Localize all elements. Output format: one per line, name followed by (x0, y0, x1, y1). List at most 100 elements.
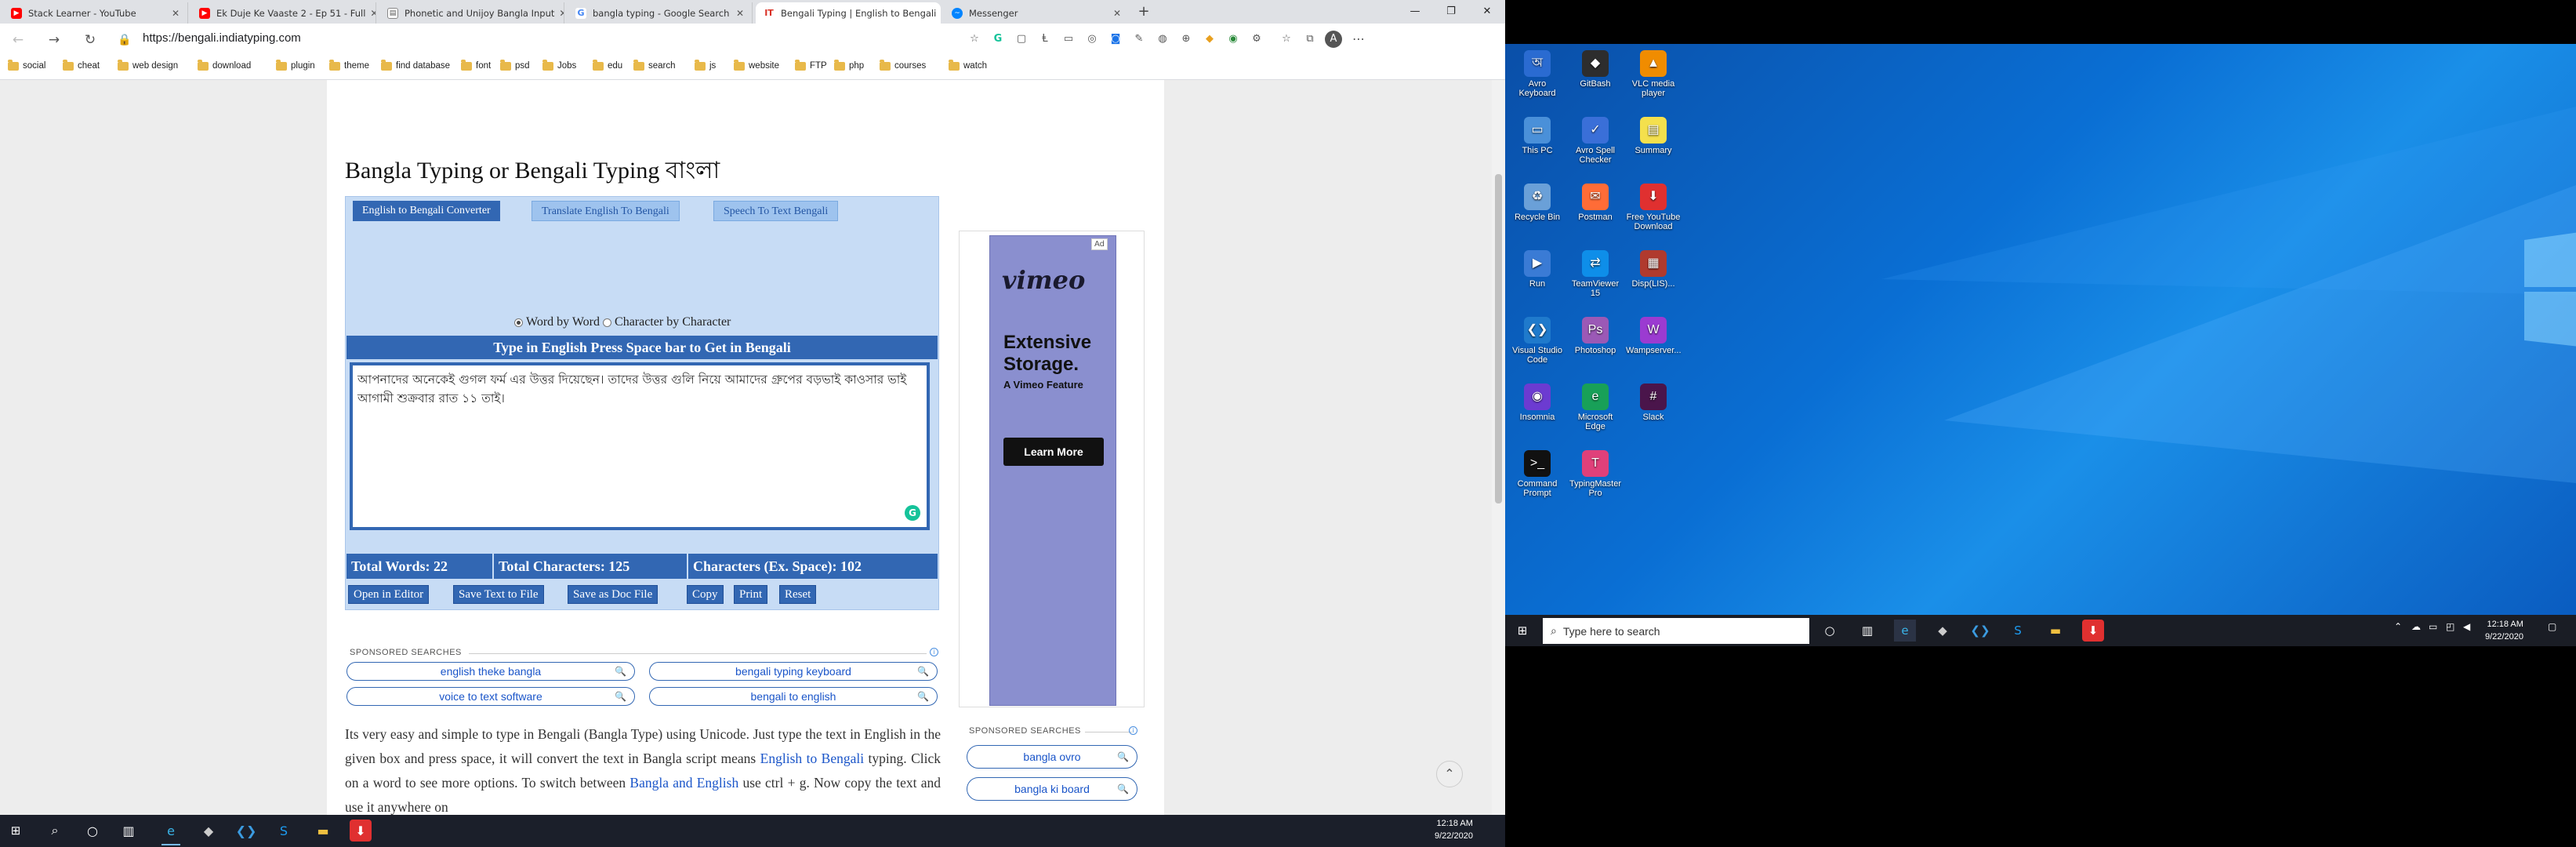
close-tab-icon[interactable]: ✕ (365, 8, 376, 19)
tab-speech-to-text[interactable]: Speech To Text Bengali (713, 201, 839, 221)
desktop-icon[interactable]: ⇄ TeamViewer 15 (1568, 250, 1623, 298)
bangla-and-english-link[interactable]: Bangla and English (629, 775, 738, 791)
gitbash-icon[interactable]: ◆ (1932, 620, 1954, 642)
volume-icon[interactable]: ◀ (2463, 621, 2470, 632)
extension-icon[interactable]: ◍ (1154, 31, 1171, 48)
camera-icon[interactable]: ◙ (1107, 31, 1124, 48)
new-tab-button[interactable]: + (1134, 2, 1154, 23)
taskbar-clock[interactable]: 12:18 AM 9/22/2020 (1435, 817, 1473, 842)
battery-icon[interactable]: ▭ (2429, 621, 2437, 632)
open-in-editor-button[interactable]: Open in Editor (348, 585, 430, 604)
bookmark-folder[interactable]: search (633, 59, 676, 71)
close-tab-icon[interactable]: ✕ (1108, 8, 1121, 19)
desktop-icon[interactable]: W Wampserver... (1626, 317, 1682, 355)
extension-icon[interactable]: ✎ (1130, 31, 1148, 48)
save-text-button[interactable]: Save Text to File (453, 585, 544, 604)
minimize-button[interactable]: — (1397, 0, 1433, 24)
skype-icon[interactable]: S (2007, 620, 2029, 642)
sponsored-search-link[interactable]: voice to text software 🔍 (346, 687, 635, 706)
desktop-icon[interactable]: ▶ Run (1510, 250, 1565, 289)
tab-phonetic[interactable]: ▤ Phonetic and Unijoy Bangla Input ✕ (379, 2, 564, 24)
address-bar[interactable]: https://bengali.indiatyping.com (143, 31, 301, 45)
bengali-textarea[interactable]: আপনাদের অনেকেই গুগল ফর্ম এর উত্তর দিয়েছ… (350, 362, 930, 530)
extension-icon[interactable]: ◎ (1083, 31, 1101, 48)
lock-icon[interactable]: 🔒 (114, 30, 135, 50)
show-hidden-icons[interactable]: ⌃ (2394, 621, 2402, 632)
tab-bengali-typing[interactable]: IT Bengali Typing | English to Bengali ✕ (756, 2, 941, 24)
character-radio[interactable] (603, 318, 612, 327)
task-view-icon[interactable]: ▥ (1856, 620, 1878, 642)
close-tab-icon[interactable]: ✕ (554, 8, 564, 19)
extension-icon[interactable]: Ⱡ (1036, 31, 1054, 48)
sponsored-search-link[interactable]: bengali typing keyboard 🔍 (649, 662, 938, 681)
profile-avatar[interactable]: A (1325, 31, 1342, 48)
save-doc-button[interactable]: Save as Doc File (568, 585, 659, 604)
bookmark-folder[interactable]: cheat (63, 59, 100, 71)
desktop-icon[interactable]: T TypingMaster Pro (1568, 450, 1623, 498)
vscode-icon[interactable]: ❮❯ (235, 820, 257, 842)
desktop-icon[interactable]: ▤ Summary (1626, 117, 1681, 155)
bookmark-folder[interactable]: watch (949, 59, 987, 71)
close-tab-icon[interactable]: ✕ (167, 8, 180, 19)
ad-badge[interactable]: Ad (1091, 238, 1108, 250)
character-label[interactable]: Character by Character (615, 315, 731, 329)
info-icon[interactable]: i (1129, 726, 1137, 735)
tab-messenger[interactable]: ~ Messenger ✕ (944, 2, 1129, 24)
start-button[interactable]: ⊞ (1511, 620, 1533, 642)
desktop-icon[interactable]: ▭ This PC (1510, 117, 1565, 155)
sponsored-search-link[interactable]: bengali to english 🔍 (649, 687, 938, 706)
tab-english-to-bengali[interactable]: English to Bengali Converter (353, 201, 500, 221)
desktop-icon[interactable]: ♻ Recycle Bin (1510, 184, 1565, 222)
word-by-word-label[interactable]: Word by Word (526, 315, 600, 329)
close-tab-icon[interactable]: ✕ (936, 8, 941, 19)
collections-icon[interactable]: ⧉ (1301, 31, 1319, 48)
star-icon[interactable]: ☆ (966, 31, 983, 48)
edge-icon[interactable]: e (1894, 620, 1916, 642)
vimeo-ad[interactable] (989, 235, 1116, 706)
search-icon[interactable]: ⌕ (44, 820, 66, 842)
close-window-button[interactable]: ✕ (1469, 0, 1505, 24)
desktop-icon[interactable]: ❮❯ Visual Studio Code (1510, 317, 1565, 365)
tab-google-search[interactable]: G bangla typing - Google Search ✕ (568, 2, 753, 24)
desktop-icon[interactable]: Ps Photoshop (1568, 317, 1623, 355)
bookmark-folder[interactable]: theme (329, 59, 369, 71)
bookmark-folder[interactable]: courses (880, 59, 926, 71)
bookmark-folder[interactable]: psd (500, 59, 530, 71)
bookmark-folder[interactable]: font (461, 59, 491, 71)
download-app-icon[interactable]: ⬇ (350, 820, 372, 842)
learn-more-button[interactable]: Learn More (1003, 438, 1104, 466)
desktop-icon[interactable]: >_ Command Prompt (1510, 450, 1565, 498)
info-icon[interactable]: i (930, 648, 938, 656)
network-icon[interactable]: ◰ (2446, 621, 2454, 632)
bookmark-folder[interactable]: js (695, 59, 716, 71)
tab-stack-learner[interactable]: ▶ Stack Learner - YouTube ✕ (3, 2, 188, 24)
download-app-icon[interactable]: ⬇ (2082, 620, 2104, 642)
desktop-icon[interactable]: # Slack (1626, 384, 1681, 422)
gitbash-icon[interactable]: ◆ (198, 820, 220, 842)
bookmark-folder[interactable]: Jobs (542, 59, 576, 71)
reload-button[interactable]: ↻ (80, 30, 100, 50)
word-by-word-radio[interactable] (514, 318, 523, 327)
close-tab-icon[interactable]: ✕ (731, 8, 744, 19)
english-to-bengali-link[interactable]: English to Bengali (760, 751, 864, 766)
extension-icon[interactable]: ⚙ (1248, 31, 1265, 48)
desktop-icon[interactable]: ⬇ Free YouTube Download (1626, 184, 1681, 231)
tab-ek-duje[interactable]: ▶ Ek Duje Ke Vaaste 2 - Ep 51 - Full ✕ (191, 2, 376, 24)
bookmark-folder[interactable]: php (834, 59, 864, 71)
back-button[interactable]: ← (8, 30, 28, 50)
task-view-icon[interactable]: ▥ (118, 820, 140, 842)
start-button[interactable]: ⊞ (5, 820, 27, 842)
extension-icon[interactable]: ◆ (1201, 31, 1218, 48)
bookmark-folder[interactable]: edu (593, 59, 622, 71)
grammarly-icon[interactable]: G (989, 31, 1007, 48)
bookmark-folder[interactable]: website (734, 59, 779, 71)
grammarly-icon[interactable]: G (905, 505, 920, 521)
desktop-icon[interactable]: ◆ GitBash (1568, 50, 1623, 89)
sponsored-search-link[interactable]: english theke bangla 🔍 (346, 662, 635, 681)
desktop-icon[interactable]: ◉ Insomnia (1510, 384, 1565, 422)
favorites-icon[interactable]: ☆ (1278, 31, 1295, 48)
taskbar-clock[interactable]: 12:18 AM 9/22/2020 (2485, 618, 2523, 643)
onedrive-icon[interactable]: ☁ (2411, 621, 2421, 632)
bookmark-folder[interactable]: FTP (795, 59, 827, 71)
tab-translate[interactable]: Translate English To Bengali (532, 201, 680, 221)
